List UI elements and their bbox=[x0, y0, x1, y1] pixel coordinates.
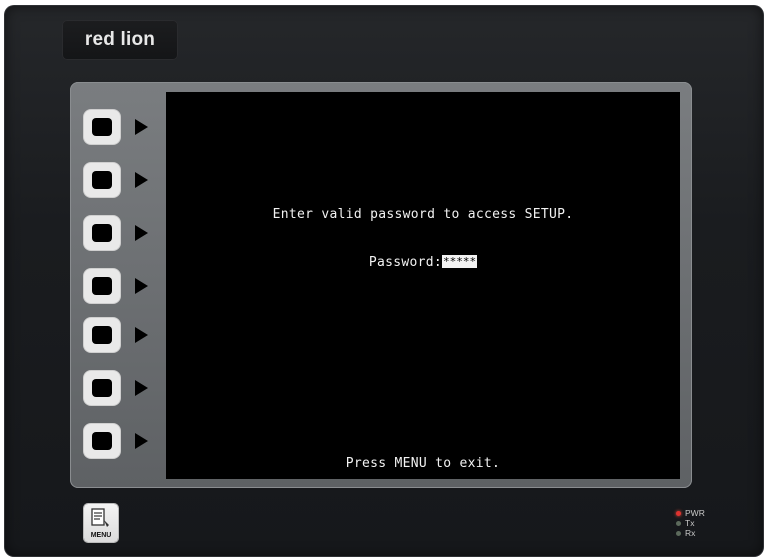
menu-button[interactable]: MENU bbox=[84, 504, 118, 542]
soft-key-1[interactable] bbox=[84, 110, 120, 144]
password-row: Password:***** bbox=[166, 255, 680, 270]
rx-led-icon bbox=[676, 530, 681, 536]
soft-key-arrow-icon bbox=[135, 278, 148, 294]
soft-key-arrow-icon bbox=[135, 119, 148, 135]
soft-key-arrow-icon bbox=[135, 225, 148, 241]
soft-key-arrow-icon bbox=[135, 327, 148, 343]
password-field[interactable]: ***** bbox=[442, 255, 478, 268]
soft-key-arrow-icon bbox=[135, 433, 148, 449]
soft-key-3[interactable] bbox=[84, 216, 120, 250]
rx-led-label: Rx bbox=[685, 528, 696, 538]
soft-key-6[interactable] bbox=[84, 371, 120, 405]
soft-key-7[interactable] bbox=[84, 424, 120, 458]
soft-key-arrow-icon bbox=[135, 172, 148, 188]
menu-icon bbox=[91, 508, 109, 527]
soft-key-arrow-icon bbox=[135, 380, 148, 396]
rx-led-row: Rx bbox=[676, 528, 705, 538]
exit-instruction: Press MENU to exit. bbox=[345, 456, 501, 471]
pwr-led-label: PWR bbox=[685, 508, 705, 518]
pwr-led-row: PWR bbox=[676, 508, 705, 518]
status-led-panel: PWR Tx Rx bbox=[676, 508, 705, 538]
lcd-screen: Enter valid password to access SETUP. Pa… bbox=[166, 92, 680, 479]
tx-led-row: Tx bbox=[676, 518, 705, 528]
setup-password-prompt: Enter valid password to access SETUP. bbox=[272, 207, 574, 222]
pwr-led-icon bbox=[676, 510, 681, 516]
tx-led-label: Tx bbox=[685, 518, 695, 528]
menu-button-label: MENU bbox=[90, 532, 112, 539]
soft-key-2[interactable] bbox=[84, 163, 120, 197]
logo-text: red lion bbox=[84, 29, 156, 50]
red-lion-logo: red lion bbox=[62, 20, 178, 60]
password-label: Password: bbox=[368, 255, 442, 270]
tx-led-icon bbox=[676, 520, 681, 526]
soft-key-4[interactable] bbox=[84, 269, 120, 303]
soft-key-5[interactable] bbox=[84, 318, 120, 352]
